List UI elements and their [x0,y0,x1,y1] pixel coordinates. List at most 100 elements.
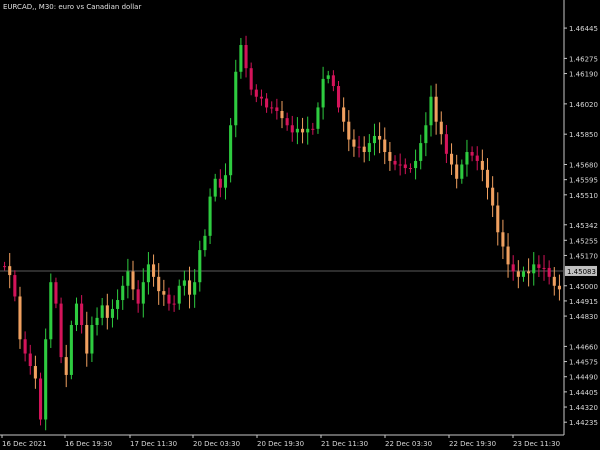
candle-body [301,128,305,133]
price-chart: 1.46445 1.46275 1.46190 1.46020 1.45850 1.456… [0,0,600,450]
candle-body [326,75,330,79]
y-tick-label: 1.46445 [569,25,598,33]
x-tick-label: 22 Dec 19:30 [449,440,496,448]
candle-body [419,143,423,161]
candle-body [450,153,454,165]
candle-body [557,285,561,290]
candle-body [511,264,515,272]
candle-body [295,128,299,133]
candle-body [537,264,541,268]
candle-body [336,86,341,108]
candle-body [254,89,258,97]
candle-body [121,285,125,301]
y-tick-label: 1.44575 [569,359,598,367]
candle-body [198,250,202,283]
candle-body [136,289,140,304]
candle-body [8,266,12,276]
candle-body [285,118,289,126]
candle-body [203,235,207,251]
candle-body [342,107,346,122]
y-tick-label: 1.45595 [569,177,598,185]
candle-body [239,45,243,72]
y-tick-label: 1.46020 [569,101,598,109]
candle-body [439,121,443,135]
candle-body [3,266,7,268]
candle-body [552,276,556,286]
y-tick-label: 1.45170 [569,252,598,260]
x-tick-label: 20 Dec 03:30 [193,440,240,448]
candle-body [455,164,459,179]
candle-body [59,303,63,358]
candle-body [362,146,366,153]
candle-body [485,169,490,188]
current-price-marker: 1.45083 [565,265,597,276]
candle-body [85,325,89,354]
candle-body [152,264,156,277]
candle-body [378,135,382,140]
candle-body [208,196,212,236]
y-tick-label: 1.44320 [569,404,598,412]
candle-body [265,98,269,108]
candle-body [434,96,438,122]
candle-body [501,232,505,247]
candle-body [146,264,150,283]
current-price-label: 1.45083 [567,268,596,276]
y-tick-label: 1.45000 [569,283,598,291]
candle-body [244,45,248,69]
y-tick-label: 1.44235 [569,419,598,427]
candle-body [480,160,484,170]
x-tick-label: 20 Dec 19:30 [257,440,304,448]
candle-body [95,317,99,325]
candle-body [249,68,253,90]
x-tick-label: 17 Dec 11:30 [130,440,177,448]
candle-body [187,280,192,295]
chart-title: EURCAD,, M30: euro vs Canadian dollar [3,3,141,11]
candle-body [424,125,428,144]
candle-body [64,357,68,375]
candle-body [491,187,495,206]
candle-body [280,111,284,119]
candle-body [23,339,27,354]
candle-body [516,271,520,277]
candle-body [69,325,73,375]
candle-body [460,164,464,179]
candle-body [290,125,294,133]
candle-body [306,128,310,133]
candle-body [38,378,43,420]
candle-body [116,300,120,309]
y-tick-label: 1.46275 [569,55,598,63]
candle-body [414,160,418,169]
y-tick-label: 1.44830 [569,313,598,321]
candle-body [44,339,48,420]
y-tick-label: 1.45255 [569,237,598,245]
candle-body [131,271,135,290]
candle-body [506,246,510,265]
candle-body [393,160,397,165]
y-tick-label: 1.44490 [569,374,598,382]
candle-body [316,107,320,129]
candle-body [28,353,32,367]
candle-body [408,168,412,170]
candle-body [321,78,325,108]
candle-body [193,282,197,295]
candle-body [465,152,469,165]
candle-body [398,164,402,166]
candle-body [100,305,104,318]
candle-body [542,267,546,269]
candle-body [33,366,37,379]
y-tick-label: 1.44660 [569,343,598,351]
candle-body [105,305,109,318]
candle-body [475,155,479,161]
candle-body [311,128,315,130]
x-tick-label: 22 Dec 03:30 [385,440,432,448]
candle-body [331,75,335,87]
candle-body [496,205,500,233]
candle-body [259,96,263,99]
candle-body [18,296,22,340]
candle-body [213,178,217,197]
candle-body [532,264,536,274]
candle-body [275,107,279,111]
candle-body [172,303,176,305]
candle-body [218,178,222,188]
candle-body [74,303,79,325]
